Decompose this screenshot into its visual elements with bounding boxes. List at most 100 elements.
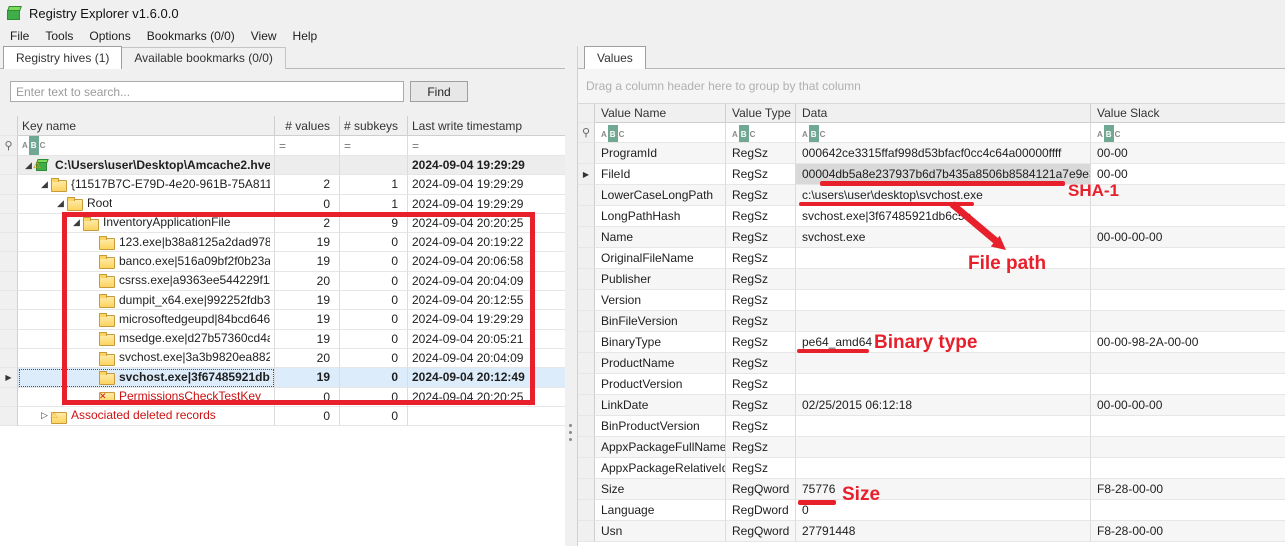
last-write-cell: 2024-09-04 20:04:09 xyxy=(408,272,565,291)
value-row[interactable]: Name RegSz svchost.exe 00-00-00-00 xyxy=(578,227,1285,248)
value-row[interactable]: Usn RegQword 27791448 F8-28-00-00 xyxy=(578,521,1285,542)
value-row[interactable]: ProductName RegSz xyxy=(578,353,1285,374)
menu-item[interactable]: Help xyxy=(285,27,326,45)
tree-row[interactable]: ▶ svchost.exe|3f67485921db... 19 0 2024-… xyxy=(0,368,565,387)
value-data-cell: 0 xyxy=(796,500,1091,521)
menu-item[interactable]: Options xyxy=(81,27,138,45)
value-row[interactable]: LinkDate RegSz 02/25/2015 06:12:18 00-00… xyxy=(578,395,1285,416)
registry-hives-panel: Registry hives (1) Available bookmarks (… xyxy=(0,46,565,546)
row-indicator-icon: ▶ xyxy=(583,164,589,185)
filter-pin-icon[interactable]: ⚲ xyxy=(4,136,12,156)
app-icon xyxy=(7,6,22,21)
col-value-name[interactable]: Value Name xyxy=(595,104,726,123)
value-data-cell: pe64_amd64 xyxy=(796,332,1091,353)
search-input[interactable] xyxy=(10,81,404,102)
tab-available-bookmarks[interactable]: Available bookmarks (0/0) xyxy=(121,47,286,69)
abc-filter-icon: ABC xyxy=(802,125,825,143)
last-write-cell: 2024-09-04 20:04:09 xyxy=(408,349,565,368)
tree-row[interactable]: PermissionsCheckTestKey 0 0 2024-09-04 2… xyxy=(0,388,565,407)
value-slack-cell xyxy=(1091,458,1285,479)
value-slack-cell: 00-00-00-00 xyxy=(1091,395,1285,416)
last-write-cell: 2024-09-04 19:29:29 xyxy=(408,195,565,214)
value-slack-cell xyxy=(1091,311,1285,332)
filter-last-write[interactable]: = xyxy=(408,136,565,156)
node-icon xyxy=(99,352,115,365)
tree-row[interactable]: banco.exe|516a09bf2f0b23a2 19 0 2024-09-… xyxy=(0,252,565,271)
expander-icon[interactable]: ◢ xyxy=(38,175,51,194)
value-row[interactable]: LowerCaseLongPath RegSz c:\users\user\de… xyxy=(578,185,1285,206)
tree-row[interactable]: dumpit_x64.exe|992252fdb3743... 19 0 202… xyxy=(0,291,565,310)
tree-row[interactable]: csrss.exe|a9363ee544229f11 20 0 2024-09-… xyxy=(0,272,565,291)
key-name-label: banco.exe|516a09bf2f0b23a2 xyxy=(119,252,270,271)
key-name-label: csrss.exe|a9363ee544229f11 xyxy=(119,272,270,291)
col-value-type[interactable]: Value Type xyxy=(726,104,796,123)
col-key-name[interactable]: Key name xyxy=(18,116,275,136)
num-values-cell: 0 xyxy=(275,195,340,214)
menu-item[interactable]: Bookmarks (0/0) xyxy=(139,27,243,45)
num-values-cell: 20 xyxy=(275,349,340,368)
last-write-cell: 2024-09-04 20:20:25 xyxy=(408,214,565,233)
value-row[interactable]: AppxPackageRelativeId RegSz xyxy=(578,458,1285,479)
value-row[interactable]: BinProductVersion RegSz xyxy=(578,416,1285,437)
col-num-values[interactable]: # values xyxy=(275,116,340,136)
filter-pin-icon[interactable]: ⚲ xyxy=(582,123,590,143)
col-value-slack[interactable]: Value Slack xyxy=(1091,104,1285,123)
value-type-cell: RegSz xyxy=(726,311,796,332)
filter-num-values[interactable]: = xyxy=(275,136,340,156)
right-tab-strip: Values xyxy=(578,46,1285,69)
tree-row[interactable]: ◢ InventoryApplicationFile 2 9 2024-09-0… xyxy=(0,214,565,233)
value-row[interactable]: ProgramId RegSz 000642ce3315ffaf998d53bf… xyxy=(578,143,1285,164)
tree-row[interactable]: 123.exe|b38a8125a2dad978 19 0 2024-09-04… xyxy=(0,233,565,252)
tree-row[interactable]: ◢ Root 0 1 2024-09-04 19:29:29 xyxy=(0,195,565,214)
tree-row[interactable]: svchost.exe|3a3b9820ea882eb4 20 0 2024-0… xyxy=(0,349,565,368)
group-by-bar[interactable]: Drag a column header here to group by th… xyxy=(578,69,1285,104)
filter-key-name[interactable]: ABC xyxy=(18,136,275,156)
abc-filter-icon: ABC xyxy=(1097,125,1120,143)
menu-item[interactable]: View xyxy=(243,27,285,45)
key-name-label: InventoryApplicationFile xyxy=(103,214,230,233)
find-button[interactable]: Find xyxy=(410,81,468,102)
node-icon xyxy=(99,390,115,403)
col-num-subkeys[interactable]: # subkeys xyxy=(340,116,408,136)
col-data[interactable]: Data xyxy=(796,104,1091,123)
value-type-cell: RegSz xyxy=(726,143,796,164)
menu-item[interactable]: Tools xyxy=(37,27,81,45)
tree-row[interactable]: ▷ Associated deleted records 0 0 xyxy=(0,407,565,426)
value-name-cell: Usn xyxy=(595,521,726,542)
value-row[interactable]: Language RegDword 0 xyxy=(578,500,1285,521)
value-type-cell: RegSz xyxy=(726,416,796,437)
value-row[interactable]: BinFileVersion RegSz xyxy=(578,311,1285,332)
tab-values[interactable]: Values xyxy=(584,46,646,69)
tree-rows: ◢ C:\Users\user\Desktop\Amcache2.hve 202… xyxy=(0,156,565,426)
value-name-cell: BinaryType xyxy=(595,332,726,353)
value-row[interactable]: Version RegSz xyxy=(578,290,1285,311)
value-row[interactable]: AppxPackageFullName RegSz xyxy=(578,437,1285,458)
value-row[interactable]: OriginalFileName RegSz xyxy=(578,248,1285,269)
value-name-cell: Language xyxy=(595,500,726,521)
col-last-write[interactable]: Last write timestamp xyxy=(408,116,565,136)
menu-item[interactable]: File xyxy=(2,27,37,45)
panel-splitter[interactable] xyxy=(565,46,577,546)
value-slack-cell xyxy=(1091,248,1285,269)
value-row[interactable]: BinaryType RegSz pe64_amd64 00-00-98-2A-… xyxy=(578,332,1285,353)
value-row[interactable]: ProductVersion RegSz xyxy=(578,374,1285,395)
node-icon xyxy=(99,294,115,307)
value-data-cell: 02/25/2015 06:12:18 xyxy=(796,395,1091,416)
tree-row[interactable]: msedge.exe|d27b57360cd4a4cf 19 0 2024-09… xyxy=(0,330,565,349)
value-row[interactable]: ▶ FileId RegSz 00004db5a8e237937b6d7b435… xyxy=(578,164,1285,185)
value-row[interactable]: Size RegQword 75776 F8-28-00-00 xyxy=(578,479,1285,500)
expander-icon[interactable]: ◢ xyxy=(70,214,83,233)
filter-num-subkeys[interactable]: = xyxy=(340,136,408,156)
tree-row[interactable]: ◢ {11517B7C-E79D-4e20-961B-75A811715... … xyxy=(0,175,565,194)
tab-registry-hives[interactable]: Registry hives (1) xyxy=(3,46,122,69)
value-row[interactable]: Publisher RegSz xyxy=(578,269,1285,290)
value-type-cell: RegSz xyxy=(726,458,796,479)
value-row[interactable]: LongPathHash RegSz svchost.exe|3f6748592… xyxy=(578,206,1285,227)
tree-row[interactable]: microsoftedgeupd|84bcd64699b1... 19 0 20… xyxy=(0,310,565,329)
expander-icon[interactable]: ◢ xyxy=(54,195,67,214)
tree-row[interactable]: ◢ C:\Users\user\Desktop\Amcache2.hve 202… xyxy=(0,156,565,175)
num-values-cell: 19 xyxy=(275,310,340,329)
num-subkeys-cell: 9 xyxy=(340,214,408,233)
num-values-cell: 2 xyxy=(275,175,340,194)
key-name-label: Associated deleted records xyxy=(71,407,216,426)
